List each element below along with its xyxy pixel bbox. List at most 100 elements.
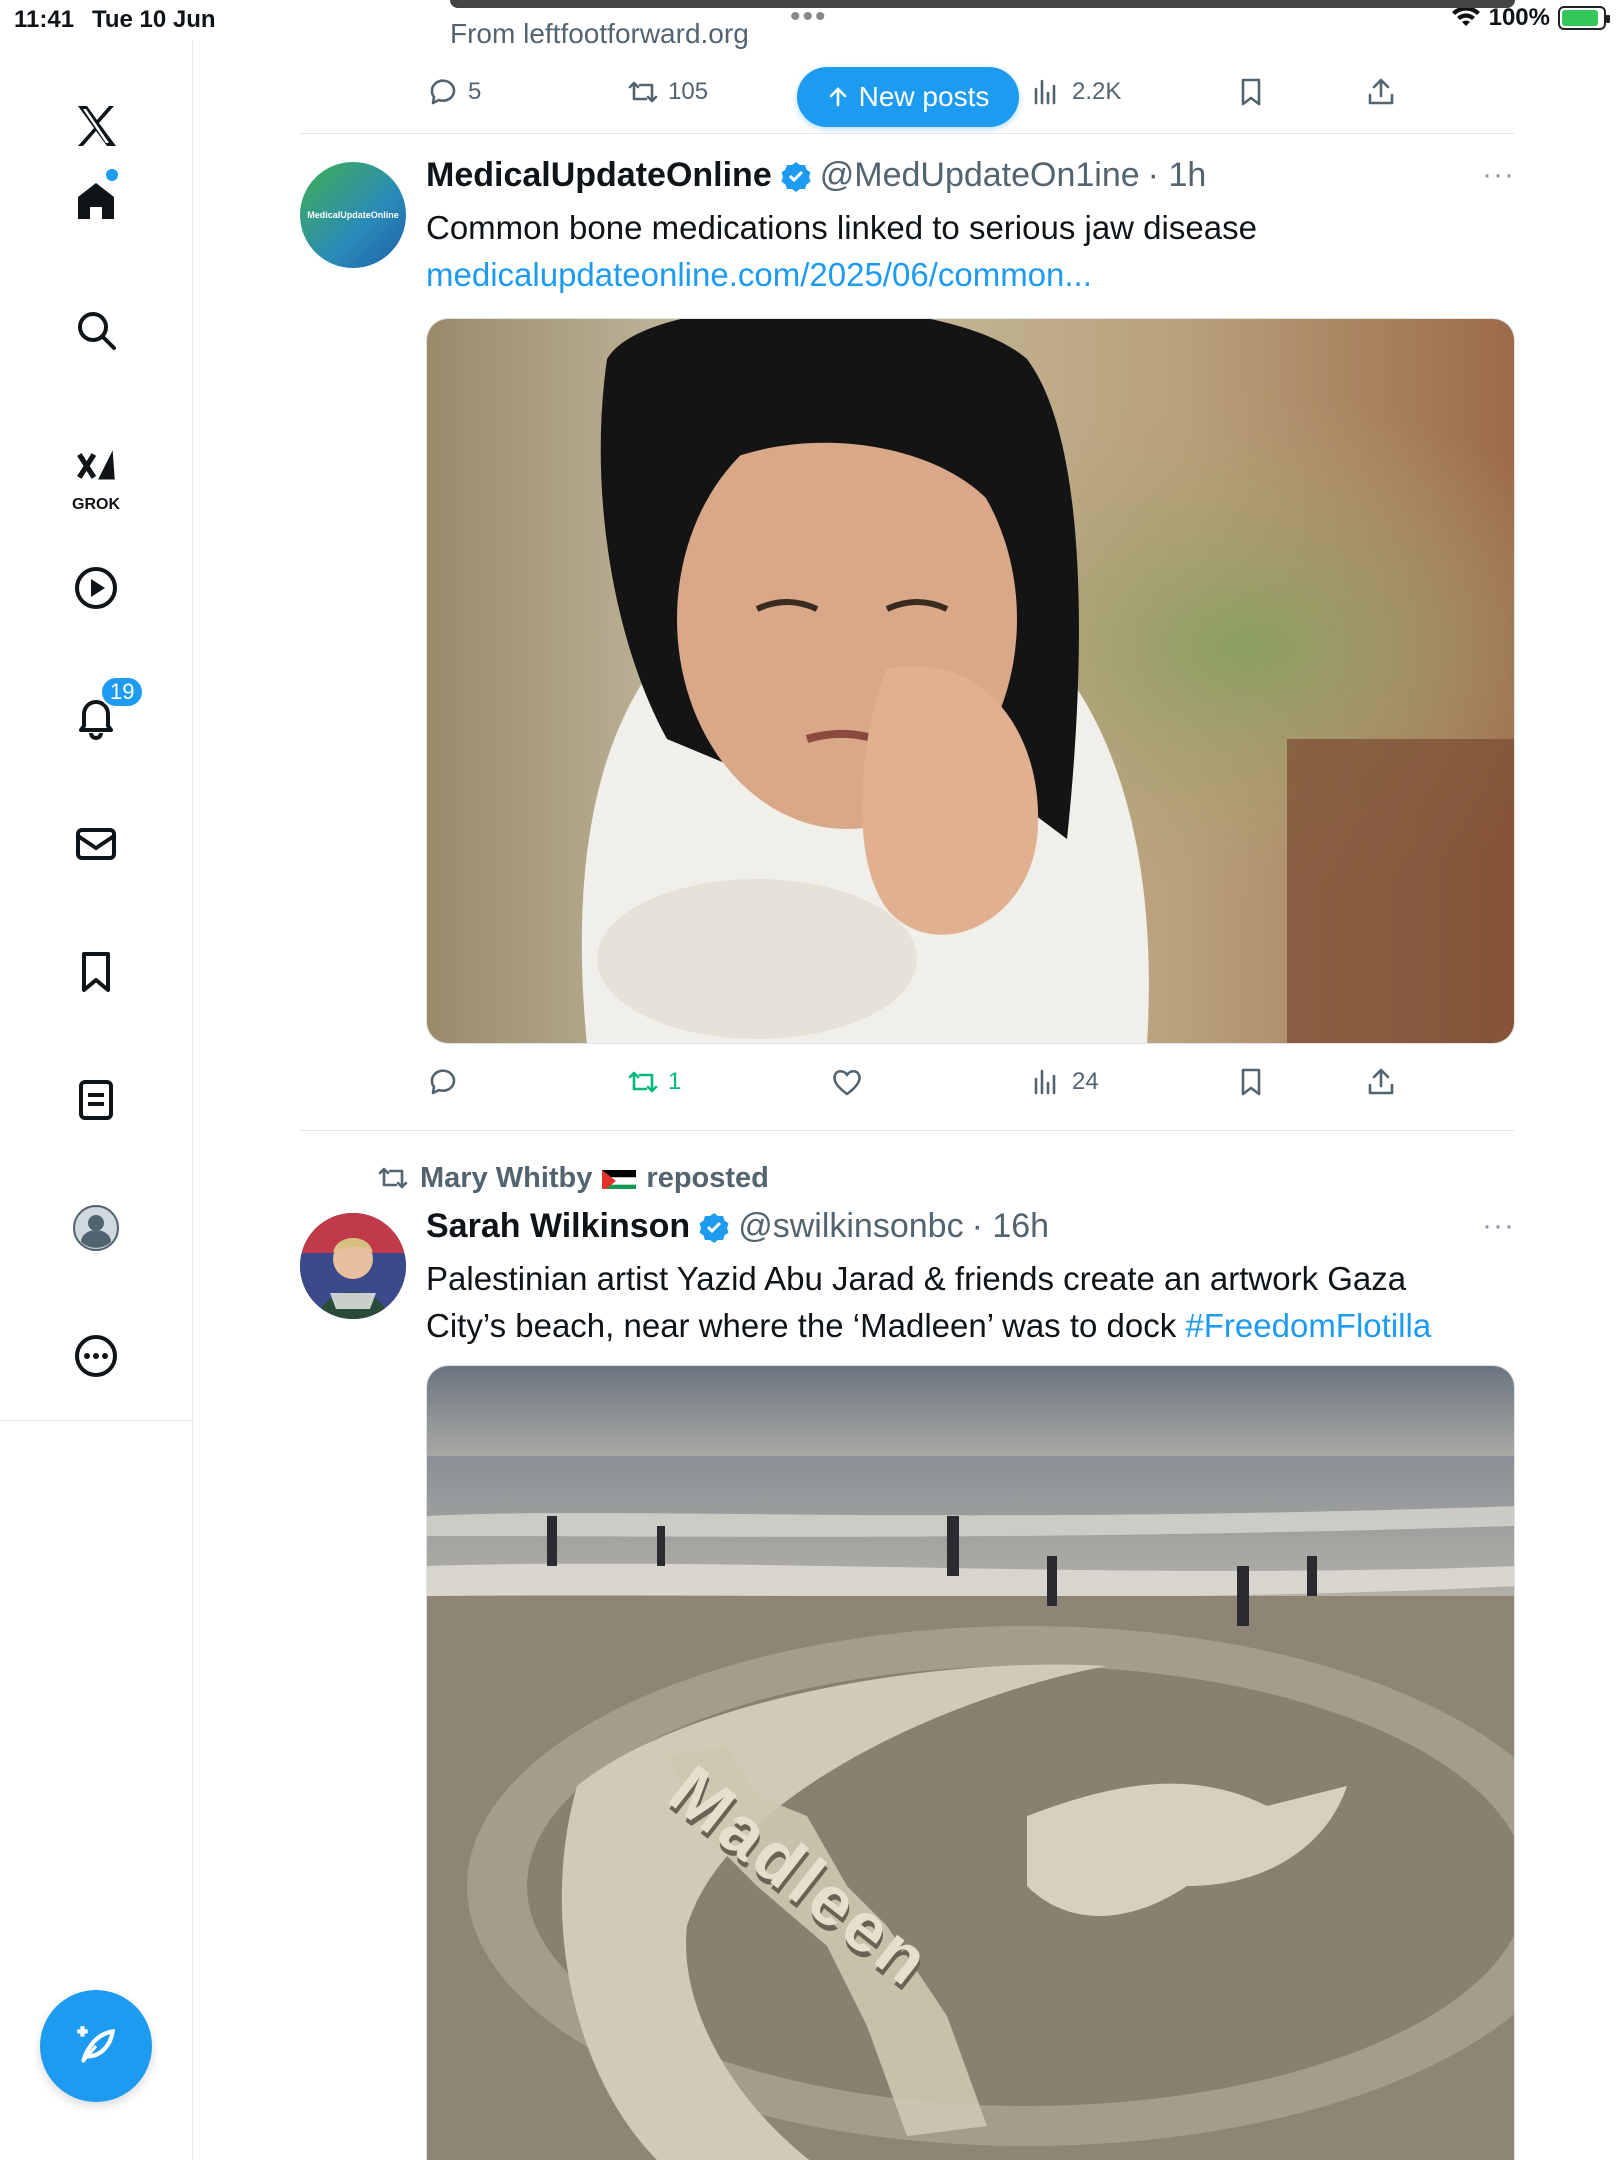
display-name[interactable]: MedicalUpdateOnline: [426, 156, 772, 195]
new-posts-pill[interactable]: New posts: [797, 67, 1019, 127]
views-button[interactable]: 24: [1030, 1065, 1099, 1099]
nav-explore[interactable]: [60, 294, 132, 366]
reply-button[interactable]: [426, 1065, 468, 1099]
bookmark-icon: [1241, 1068, 1261, 1096]
post-sarah-wilkinson[interactable]: Mary Whitby reposted Sarah Wilkinson @sw…: [300, 1131, 1515, 2160]
repost-icon: [628, 81, 658, 103]
post-video[interactable]: Madleen: [426, 1365, 1515, 2160]
grok-label: GROK: [72, 496, 120, 513]
post-header: Sarah Wilkinson @swilkinsonbc · 16h: [426, 1207, 1049, 1246]
home-icon: [78, 183, 114, 219]
nav-video[interactable]: [60, 552, 132, 624]
repost-count: 1: [668, 1068, 682, 1095]
hashtag-link[interactable]: #FreedomFlotilla: [1185, 1307, 1431, 1344]
reposter-name[interactable]: Mary Whitby: [420, 1162, 592, 1195]
post-body-line2: City’s beach, near where the ‘Madleen’ w…: [426, 1302, 1516, 1349]
nav-more[interactable]: [60, 1320, 132, 1392]
mail-icon: [76, 828, 116, 860]
bookmark-icon: [1241, 78, 1261, 106]
verified-badge-icon: [781, 161, 811, 192]
post-medicalupdate[interactable]: MedicalUpdateOnline MedicalUpdateOnline …: [300, 134, 1515, 1130]
avatar-photo: [300, 1213, 406, 1319]
share-button[interactable]: [1364, 75, 1398, 109]
display-name[interactable]: Sarah Wilkinson: [426, 1207, 690, 1246]
photo-woman-toothache: [427, 319, 1514, 1043]
sidebar-divider: [0, 1420, 193, 1421]
status-time: 11:41: [14, 6, 75, 33]
nav-grok[interactable]: GROK: [60, 422, 132, 513]
nav-home[interactable]: [60, 165, 132, 237]
nav-bookmarks[interactable]: [60, 936, 132, 1008]
more-circle-icon: [75, 1335, 117, 1377]
share-icon: [1368, 1068, 1394, 1095]
reply-button[interactable]: 5: [426, 75, 481, 109]
share-icon: [1368, 78, 1394, 105]
previous-post-image-edge: [450, 0, 1515, 8]
wifi-icon: [1451, 6, 1480, 26]
more-options-icon[interactable]: ···: [1482, 158, 1515, 192]
post-image[interactable]: [426, 318, 1515, 1044]
battery-percent: 100%: [1488, 4, 1550, 31]
verified-badge-icon: [699, 1212, 729, 1243]
compose-feather-icon: [77, 2026, 116, 2063]
views-icon: [1034, 79, 1056, 105]
heart-icon: [833, 1069, 861, 1096]
repost-context: Mary Whitby reposted: [376, 1161, 769, 1195]
nav-lists[interactable]: [60, 1064, 132, 1136]
play-icon: [75, 567, 117, 609]
views-icon: [1034, 1069, 1056, 1095]
views-button[interactable]: 2.2K: [1030, 75, 1121, 109]
battery-icon: [1558, 6, 1610, 30]
post-text: Common bone medications linked to seriou…: [426, 204, 1516, 298]
repost-button[interactable]: 1: [626, 1065, 681, 1099]
repost-icon: [378, 1167, 408, 1189]
compose-button[interactable]: [40, 1990, 152, 2102]
share-button[interactable]: [1364, 1065, 1398, 1099]
sidebar: GROK 19: [0, 40, 193, 2160]
x-logo-icon[interactable]: [60, 90, 132, 162]
list-icon: [79, 1080, 113, 1120]
search-icon: [78, 312, 116, 350]
post-header: MedicalUpdateOnline @MedUpdateOn1ine · 1…: [426, 156, 1206, 195]
avatar[interactable]: [300, 1213, 406, 1319]
arrow-up-icon: [829, 87, 846, 107]
handle[interactable]: @swilkinsonbc: [738, 1207, 963, 1246]
bookmark-button[interactable]: [1234, 75, 1268, 109]
status-date: Tue 10 Jun: [92, 6, 216, 33]
like-button[interactable]: [830, 1065, 872, 1099]
profile-avatar-icon: [73, 1205, 119, 1251]
reply-count: 5: [468, 78, 482, 105]
more-options-icon[interactable]: ···: [1482, 1209, 1515, 1243]
post-body-line2-text: City’s beach, near where the ‘Madleen’ w…: [426, 1307, 1186, 1344]
nav-messages[interactable]: [60, 808, 132, 880]
post-text: Palestinian artist Yazid Abu Jarad & fri…: [426, 1255, 1516, 1349]
avatar[interactable]: MedicalUpdateOnline: [300, 162, 406, 268]
reply-icon: [430, 1069, 456, 1095]
handle[interactable]: @MedUpdateOn1ine: [820, 156, 1140, 195]
new-content-dot: [106, 169, 118, 181]
palestine-flag-icon: [602, 1167, 637, 1189]
status-right: 100%: [1451, 4, 1610, 32]
nav-notifications[interactable]: 19: [60, 676, 145, 752]
timestamp[interactable]: · 1h: [1148, 156, 1207, 195]
post-body: Common bone medications linked to seriou…: [426, 209, 1257, 246]
nav-profile[interactable]: [60, 1192, 132, 1264]
post-actions: 1 24: [426, 1062, 1515, 1102]
post-link[interactable]: medicalupdateonline.com/2025/06/common..…: [426, 251, 1516, 298]
grok-icon: [77, 450, 115, 480]
timestamp[interactable]: · 16h: [972, 1207, 1050, 1246]
repost-suffix: reposted: [646, 1161, 769, 1194]
new-posts-label: New posts: [858, 81, 990, 112]
bookmark-button[interactable]: [1234, 1065, 1268, 1099]
repost-count: 105: [668, 78, 709, 105]
repost-button[interactable]: 105: [626, 75, 708, 109]
notification-badge: 19: [100, 676, 145, 708]
link-source[interactable]: From leftfootforward.org: [450, 18, 749, 50]
repost-icon: [628, 1071, 658, 1093]
views-count: 24: [1072, 1068, 1099, 1095]
photo-sand-art-beach: [427, 1366, 1514, 2160]
views-count: 2.2K: [1072, 78, 1122, 105]
reply-icon: [430, 79, 456, 105]
avatar-text: MedicalUpdateOnline: [307, 210, 399, 220]
bookmark-icon: [82, 952, 110, 992]
